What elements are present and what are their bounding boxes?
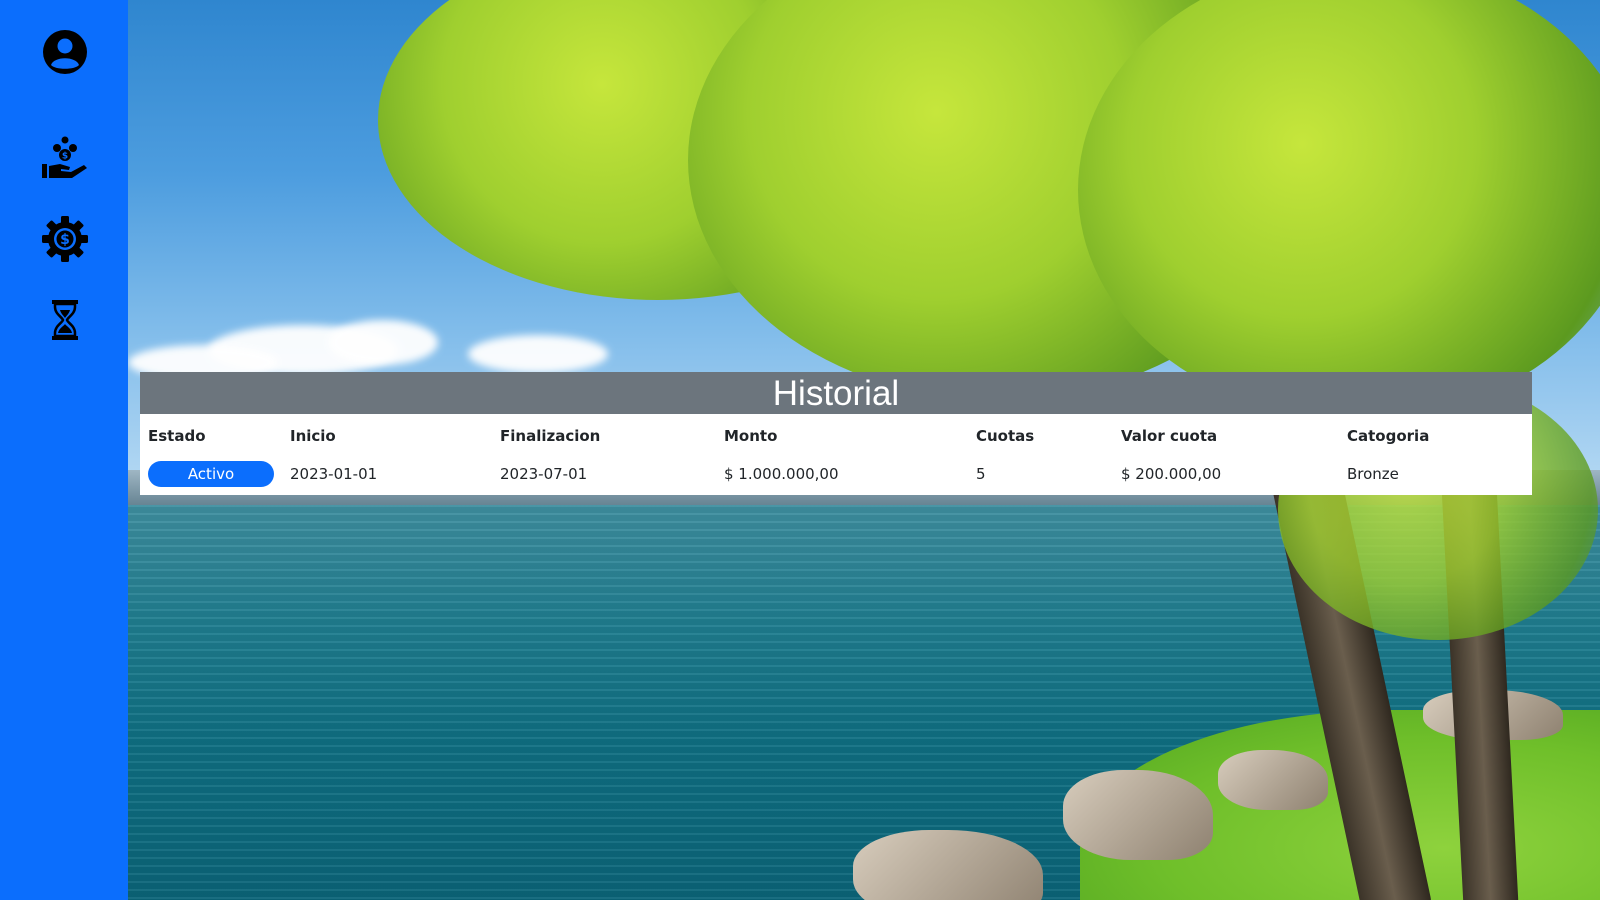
history-panel: Historial Estado Inicio Finalizacion Mon… <box>140 372 1532 495</box>
sidebar: $ $ <box>0 0 128 900</box>
column-header-monto: Monto <box>724 426 778 445</box>
cell-finalizacion: 2023-07-01 <box>500 465 588 483</box>
column-header-categoria: Catogoria <box>1347 426 1430 445</box>
history-table: Estado Inicio Finalizacion Monto Cuotas … <box>140 414 1532 495</box>
column-header-estado: Estado <box>148 426 206 445</box>
status-badge[interactable]: Activo <box>148 461 274 487</box>
rock <box>1218 750 1328 810</box>
cloud <box>328 320 438 365</box>
column-header-valor-cuota: Valor cuota <box>1121 426 1218 445</box>
table-header-row: Estado Inicio Finalizacion Monto Cuotas … <box>140 414 1532 454</box>
column-header-finalizacion: Finalizacion <box>500 426 601 445</box>
user-circle-icon[interactable] <box>42 29 88 75</box>
cell-valor-cuota: $ 200.000,00 <box>1121 465 1222 483</box>
cell-categoria: Bronze <box>1347 465 1399 483</box>
cell-inicio: 2023-01-01 <box>290 465 378 483</box>
history-title: Historial <box>140 372 1532 414</box>
svg-text:$: $ <box>62 152 68 162</box>
column-header-cuotas: Cuotas <box>976 426 1035 445</box>
table-row: Activo 2023-01-01 2023-07-01 $ 1.000.000… <box>140 454 1532 495</box>
gear-dollar-icon[interactable]: $ <box>42 216 88 262</box>
column-header-inicio: Inicio <box>290 426 336 445</box>
svg-text:$: $ <box>60 232 70 248</box>
hand-coins-icon[interactable]: $ <box>42 136 88 182</box>
cell-estado: Activo <box>140 454 282 495</box>
cell-monto: $ 1.000.000,00 <box>724 465 839 483</box>
cell-cuotas: 5 <box>976 465 986 483</box>
hourglass-icon[interactable] <box>42 297 88 343</box>
cloud <box>468 335 608 373</box>
rock <box>1063 770 1213 860</box>
